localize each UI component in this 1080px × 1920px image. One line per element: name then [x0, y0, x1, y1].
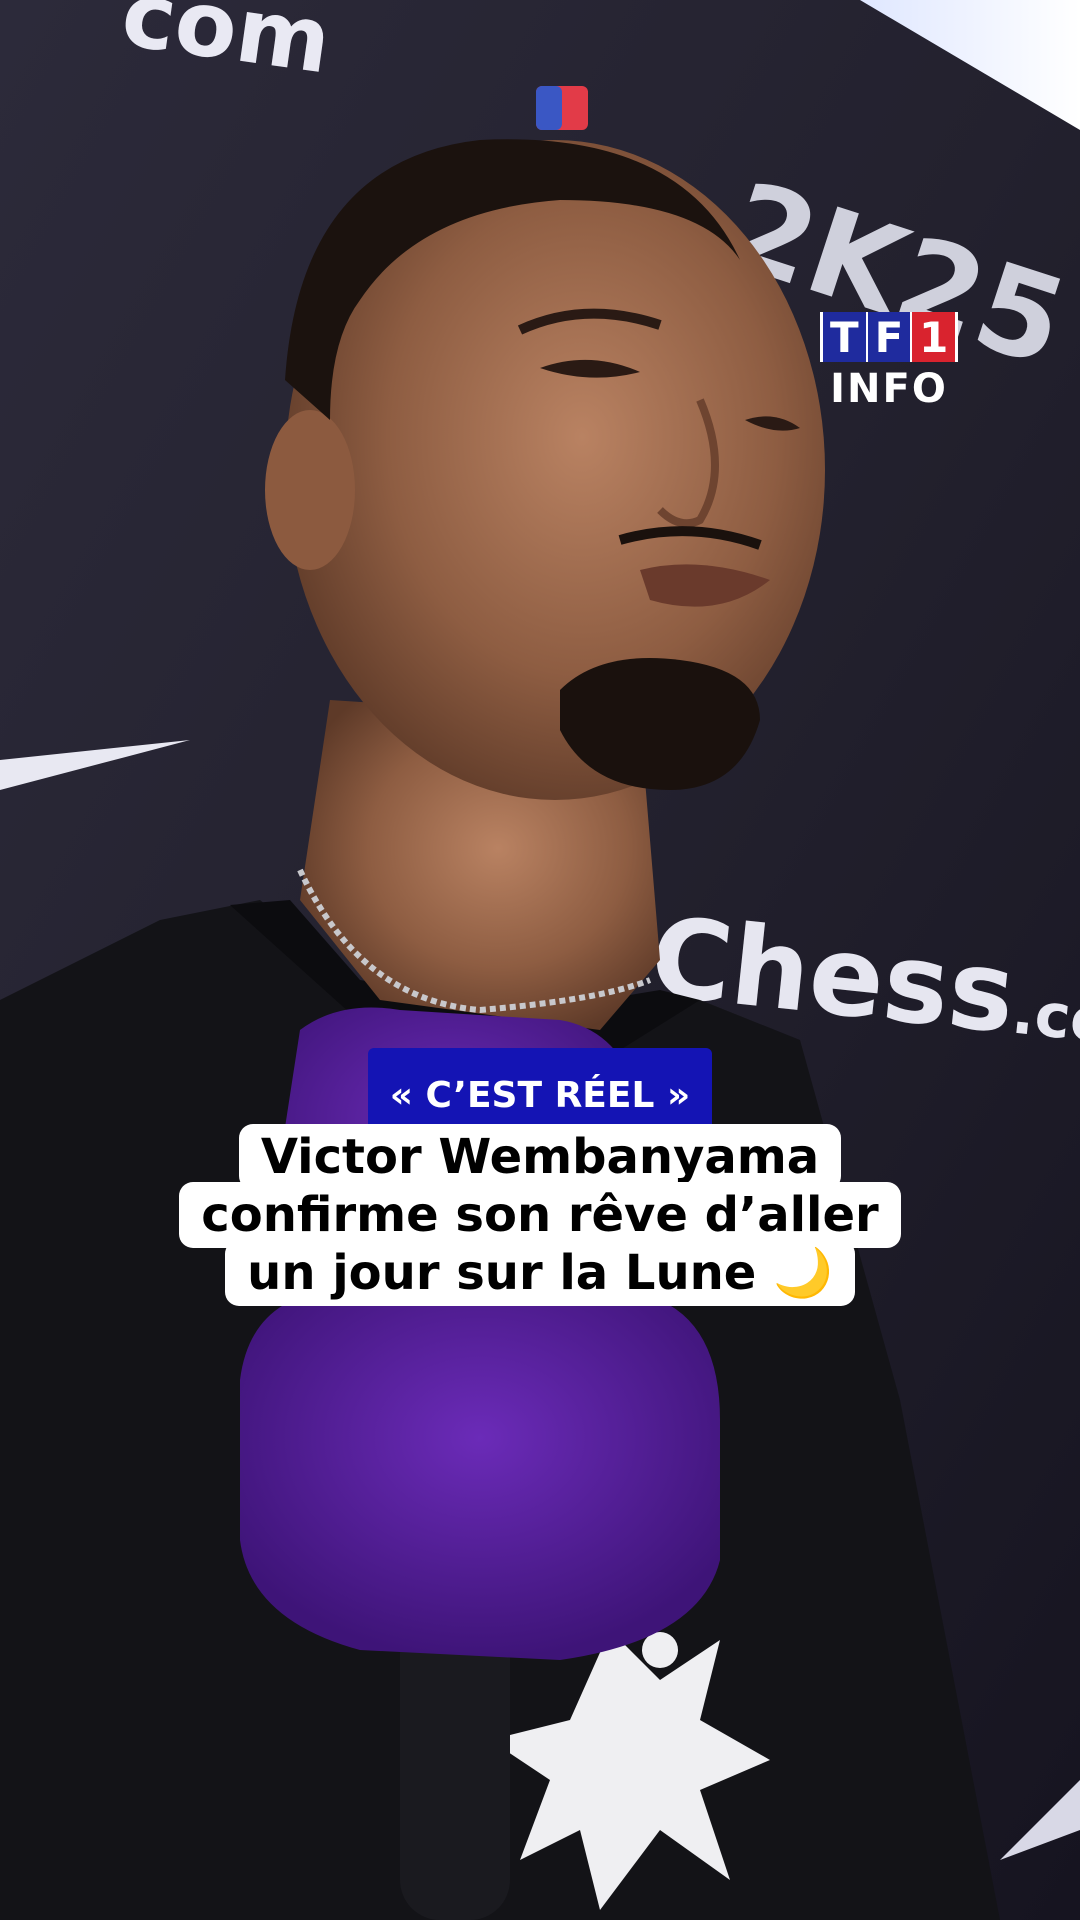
headline-line-3: un jour sur la Lune 🌙: [225, 1240, 855, 1306]
headline: Victor Wembanyama confirme son rêve d’al…: [0, 1124, 1080, 1306]
headline-line-2: confirme son rêve d’aller: [179, 1182, 901, 1248]
tf1-info-logo: T F 1 INFO: [820, 312, 958, 412]
logo-info-text: INFO: [830, 366, 948, 412]
headline-line-1: Victor Wembanyama: [238, 1124, 842, 1190]
logo-letter-f: F: [867, 312, 911, 362]
microphone: [240, 1290, 720, 1660]
logo-letter-1: 1: [912, 312, 956, 362]
video-frame: com 2K25 Chess.com: [0, 0, 1080, 1920]
tf1-logo-letters: T F 1: [820, 312, 958, 362]
logo-letter-t: T: [823, 312, 866, 362]
